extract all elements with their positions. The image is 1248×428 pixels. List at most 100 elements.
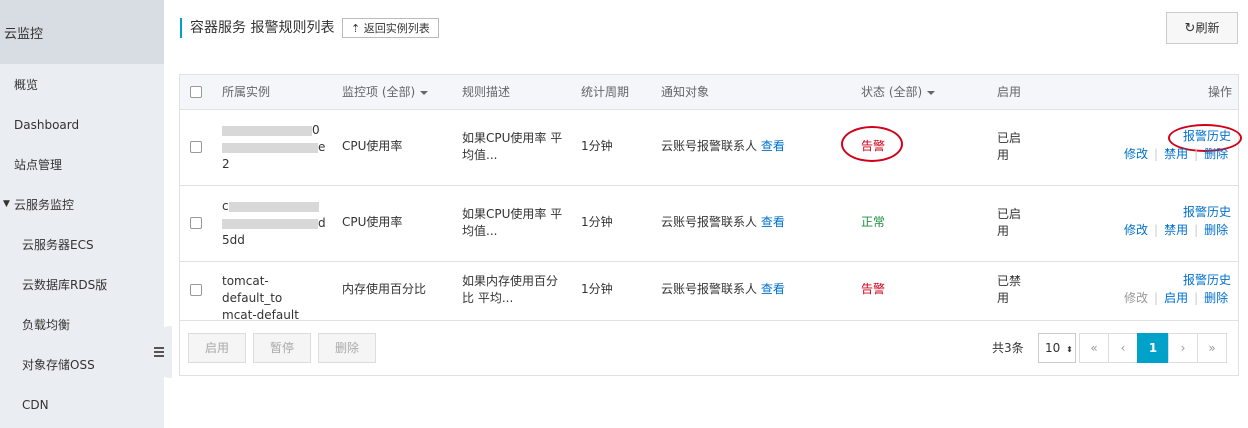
instance-name: tomcat-default_to mcat-default [222, 273, 326, 324]
divider: | [1194, 223, 1199, 237]
redacted-block [222, 142, 318, 153]
page-1-button[interactable]: 1 [1137, 333, 1169, 363]
instance-name: c d 5dd [222, 198, 326, 249]
notify-text: 云账号报警联系人 [661, 215, 758, 229]
delete-link[interactable]: 删除 [1204, 147, 1228, 161]
annotation-circle [841, 126, 903, 162]
notify-cell: 云账号报警联系人 查看 [661, 214, 785, 231]
notify-text: 云账号报警联系人 [661, 139, 758, 153]
col-metric-label: 监控项 (全部) [342, 85, 416, 99]
row-actions: 修改 | 启用 | 删除 [1124, 290, 1228, 307]
instance-line: 0 [312, 123, 320, 137]
total-count: 共3条 [992, 341, 1024, 355]
col-status-label: 状态 (全部) [861, 85, 923, 99]
notify-view-link[interactable]: 查看 [761, 282, 785, 296]
metric-cell: CPU使用率 [342, 215, 403, 229]
row-actions: 修改 | 禁用 | 删除 [1124, 146, 1228, 163]
page-title: 容器服务 报警规则列表 [180, 18, 334, 38]
disable-link[interactable]: 禁用 [1164, 223, 1188, 237]
alarm-history-link[interactable]: 报警历史 [1183, 272, 1231, 289]
first-page-button[interactable]: « [1079, 333, 1109, 363]
sidebar-item-cloud-service-monitor[interactable]: 云服务监控 [14, 185, 74, 225]
back-to-instances-button[interactable]: ⇡ 返回实例列表 [342, 18, 439, 38]
table-footer: 启用 暂停 删除 共3条 10 ⬍ « ‹ 1 › » [180, 321, 1238, 375]
enabled-cell: 已启用 [997, 131, 1022, 162]
col-period: 统计周期 [581, 85, 630, 99]
enable-link[interactable]: 启用 [1164, 291, 1188, 305]
divider: | [1154, 147, 1159, 161]
alarm-history-link[interactable]: 报警历史 [1183, 204, 1231, 221]
edit-link[interactable]: 修改 [1124, 223, 1148, 237]
last-page-button[interactable]: » [1197, 333, 1227, 363]
caret-down-icon: ▼ [3, 199, 10, 209]
select-all-checkbox[interactable] [190, 86, 202, 98]
table-row: c d 5dd CPU使用率 如果CPU使用率 平均值... 1分钟 云账号报警… [180, 186, 1238, 262]
col-status-filter[interactable]: 状态 (全部) [861, 75, 936, 109]
sidebar: 云监控 概览 Dashboard 站点管理 ▼ 云服务监控 云服务器ECS 云数… [0, 0, 164, 428]
divider: | [1154, 291, 1159, 305]
notify-view-link[interactable]: 查看 [761, 139, 785, 153]
edit-link[interactable]: 修改 [1124, 147, 1148, 161]
col-metric-filter[interactable]: 监控项 (全部) [342, 75, 429, 109]
disable-link[interactable]: 禁用 [1164, 147, 1188, 161]
refresh-button[interactable]: ↻刷新 [1166, 12, 1238, 44]
sidebar-item-ecs[interactable]: 云服务器ECS [22, 225, 94, 265]
prev-page-button[interactable]: ‹ [1108, 333, 1138, 363]
page-size-select[interactable]: 10 ⬍ [1038, 333, 1076, 363]
batch-pause-button[interactable]: 暂停 [253, 333, 311, 363]
table-row: 0 e 2 CPU使用率 如果CPU使用率 平均值... 1分钟 云账号报警联系… [180, 110, 1242, 186]
instance-line: d [318, 216, 326, 230]
period-cell: 1分钟 [581, 215, 613, 229]
menu-collapse-icon [154, 345, 164, 359]
stepper-icon: ⬍ [1066, 345, 1073, 354]
col-instance: 所属实例 [222, 85, 271, 99]
refresh-icon: ↻ [1184, 21, 1196, 36]
metric-cell: 内存使用百分比 [342, 282, 427, 296]
refresh-button-label: 刷新 [1195, 21, 1220, 35]
rule-cell: 如果内存使用百分比 平均... [462, 274, 559, 305]
instance-line: 2 [222, 157, 230, 171]
divider: | [1154, 223, 1159, 237]
sidebar-item-cdn[interactable]: CDN [22, 385, 49, 425]
notify-view-link[interactable]: 查看 [761, 215, 785, 229]
upload-arrow-icon: ⇡ [351, 22, 361, 35]
back-button-label: 返回实例列表 [363, 22, 430, 35]
enabled-cell: 已禁用 [997, 274, 1022, 305]
batch-delete-button[interactable]: 删除 [318, 333, 376, 363]
table-row: tomcat-default_to mcat-default 内存使用百分比 如… [180, 262, 1238, 324]
col-actions: 操作 [1208, 85, 1233, 99]
rule-cell: 如果CPU使用率 平均值... [462, 131, 563, 162]
page-size-value: 10 [1045, 341, 1061, 355]
row-checkbox[interactable] [190, 284, 202, 296]
redacted-block [222, 218, 318, 229]
delete-link[interactable]: 删除 [1204, 223, 1228, 237]
sidebar-item-oss[interactable]: 对象存储OSS [22, 345, 95, 385]
divider: | [1194, 291, 1199, 305]
sidebar-item-rds[interactable]: 云数据库RDS版 [22, 265, 107, 305]
row-actions: 修改 | 禁用 | 删除 [1124, 222, 1228, 239]
alarm-history-label: 报警历史 [1183, 273, 1232, 287]
sidebar-item-dashboard[interactable]: Dashboard [14, 105, 79, 145]
table-header: 所属实例 监控项 (全部) 规则描述 统计周期 通知对象 状态 (全部) 启用 … [180, 75, 1238, 110]
period-cell: 1分钟 [581, 282, 613, 296]
edit-link[interactable]: 修改 [1124, 291, 1148, 305]
pagination: « ‹ 1 › » [1079, 333, 1227, 363]
metric-cell: CPU使用率 [342, 139, 403, 153]
batch-enable-button[interactable]: 启用 [188, 333, 246, 363]
instance-line: e [318, 140, 326, 154]
row-checkbox[interactable] [190, 141, 202, 153]
redacted-block [222, 125, 312, 136]
notify-cell: 云账号报警联系人 查看 [661, 281, 785, 298]
next-page-button[interactable]: › [1168, 333, 1198, 363]
caret-down-icon [927, 90, 936, 95]
sidebar-item-slb[interactable]: 负载均衡 [22, 305, 70, 345]
instance-line: tomcat-default_to [222, 274, 283, 305]
col-notify: 通知对象 [661, 85, 710, 99]
status-badge: 正常 [861, 215, 886, 229]
enabled-cell: 已启用 [997, 207, 1022, 238]
sidebar-item-site-management[interactable]: 站点管理 [14, 145, 62, 185]
instance-line: 5dd [222, 233, 245, 247]
sidebar-item-overview[interactable]: 概览 [14, 65, 38, 105]
delete-link[interactable]: 删除 [1204, 291, 1228, 305]
row-checkbox[interactable] [190, 217, 202, 229]
